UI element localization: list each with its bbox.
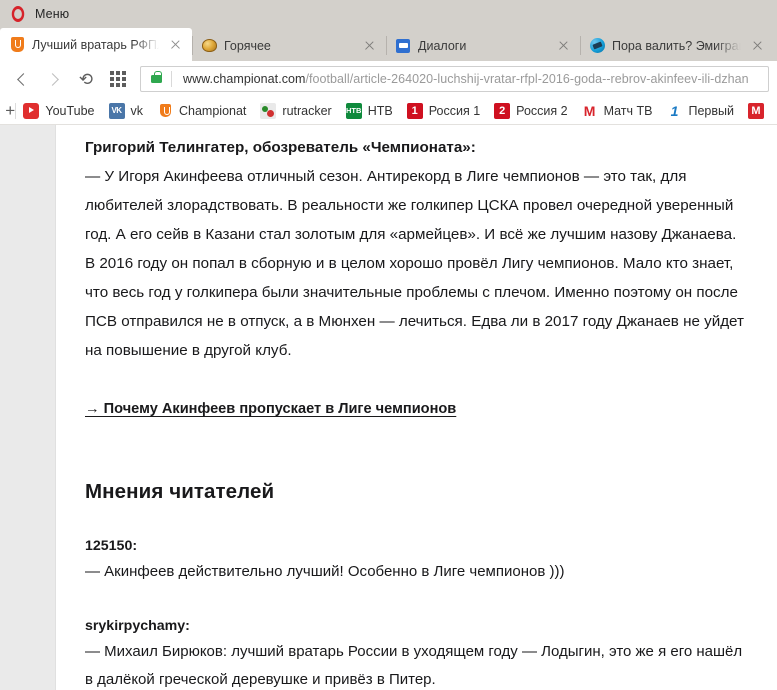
chevron-right-icon [46,72,59,86]
ntv-icon: НТВ [345,102,362,119]
opera-menu-strip: Меню [0,0,777,28]
address-bar[interactable]: www.championat.com/football/article-2640… [140,66,769,92]
tab-title: Горячее [224,38,271,53]
back-button[interactable] [6,65,38,93]
bookmark-rutracker[interactable]: rutracker [253,99,338,123]
bookmark-label: Championat [179,103,247,118]
tab-title: Диалоги [418,38,467,53]
rossiya1-icon: 1 [406,102,423,119]
close-icon[interactable] [555,37,572,54]
perviy-icon: 1 [666,102,683,119]
bookmark-match[interactable]: М [741,99,777,123]
comment-author: srykirpychamy: [85,618,190,634]
article-content: Григорий Телингатер, обозреватель «Чемпи… [56,125,777,690]
bookmark-rossiya-2[interactable]: 2 Россия 2 [487,99,574,123]
page-viewport: Григорий Телингатер, обозреватель «Чемпи… [0,125,777,690]
bookmark-rossiya-1[interactable]: 1 Россия 1 [400,99,487,123]
rossiya2-icon: 2 [494,102,511,119]
close-icon[interactable] [167,36,184,53]
comment-text: — Акинфеев действительно лучший! Особенн… [85,563,565,580]
shield-icon [9,37,25,53]
speed-dial-button[interactable] [102,65,134,93]
tab-strip: Лучший вратарь РФПЛ 20 Горячее Диалоги П… [0,28,777,61]
rutracker-icon [260,102,277,119]
bookmark-vk[interactable]: VK vk [102,99,151,123]
tab-goryachee[interactable]: Горячее [192,30,386,61]
comment-text: — Михаил Бирюков: лучший вратарь России … [85,643,743,688]
menu-button[interactable]: Меню [35,7,69,21]
padlock-icon [151,70,162,83]
match-icon: М [748,102,764,119]
expert-name: Григорий Телингатер, обозреватель «Чемпи… [85,139,476,156]
youtube-icon [23,102,40,119]
bookmark-label: НТВ [367,103,393,118]
plus-icon[interactable]: + [4,99,17,123]
tab-title: Пора валить? Эмиграция [612,38,741,53]
bookmarks-bar: + YouTube VK vk Championat rutracker НТВ… [0,97,777,125]
bookmark-label: YouTube [45,103,95,118]
list-item: 125150: — Акинфеев действительно лучший!… [85,534,747,586]
address-divider [171,71,172,87]
expert-paragraph: — У Игоря Акинфеева отличный сезон. Анти… [85,168,744,359]
tab-dialogi[interactable]: Диалоги [386,30,580,61]
bookmark-label: rutracker [282,103,332,118]
reload-button[interactable]: ⟳ [70,65,102,93]
url-path: /football/article-264020-luchshij-vratar… [305,72,749,86]
coin-icon [201,38,217,54]
close-icon[interactable] [749,37,766,54]
vk-icon: VK [108,102,125,119]
grid-icon [110,71,126,87]
navigation-bar: ⟳ www.championat.com/football/article-26… [0,61,777,97]
chevron-left-icon [17,72,30,86]
list-item: srykirpychamy: — Михаил Бирюков: лучший … [85,614,747,690]
reload-icon: ⟳ [78,69,94,89]
comment-author: 125150: [85,538,138,554]
tab-title: Лучший вратарь РФПЛ 20 [32,37,159,52]
matchtv-icon: М [581,102,598,119]
url-text: www.championat.com/football/article-2640… [183,72,749,86]
close-icon[interactable] [361,37,378,54]
opera-logo-icon [11,6,25,22]
championat-icon [157,103,173,119]
page-left-gutter [0,125,56,690]
bookmark-label: Матч ТВ [603,103,653,118]
tab-luchshij-vratar[interactable]: Лучший вратарь РФПЛ 20 [0,28,192,61]
speech-bubble-icon [395,38,411,54]
browser-window: Меню Лучший вратарь РФПЛ 20 Горячее Диал… [0,0,777,690]
bookmark-championat[interactable]: Championat [150,99,253,123]
bookmark-label: Россия 1 [428,103,481,118]
bookmark-perviy[interactable]: 1 Первый [660,99,742,123]
url-host: www.championat.com [183,72,306,86]
opinions-heading: Мнения читателей [85,480,275,503]
bookmark-youtube[interactable]: YouTube [16,99,101,123]
expert-quote-block: Григорий Телингатер, обозреватель «Чемпи… [85,133,747,365]
related-article-link[interactable]: → Почему Акинфеев пропускает в Лиге чемп… [85,395,747,424]
droplet-icon [589,38,605,54]
bookmark-label: Первый [688,103,735,118]
tab-pora-valit[interactable]: Пора валить? Эмиграция [580,30,774,61]
bookmark-match-tv[interactable]: М Матч ТВ [575,99,660,123]
bookmark-ntv[interactable]: НТВ НТВ [339,99,400,123]
bookmark-label: Россия 2 [516,103,568,118]
bookmark-label: vk [130,103,144,118]
forward-button[interactable] [38,65,70,93]
